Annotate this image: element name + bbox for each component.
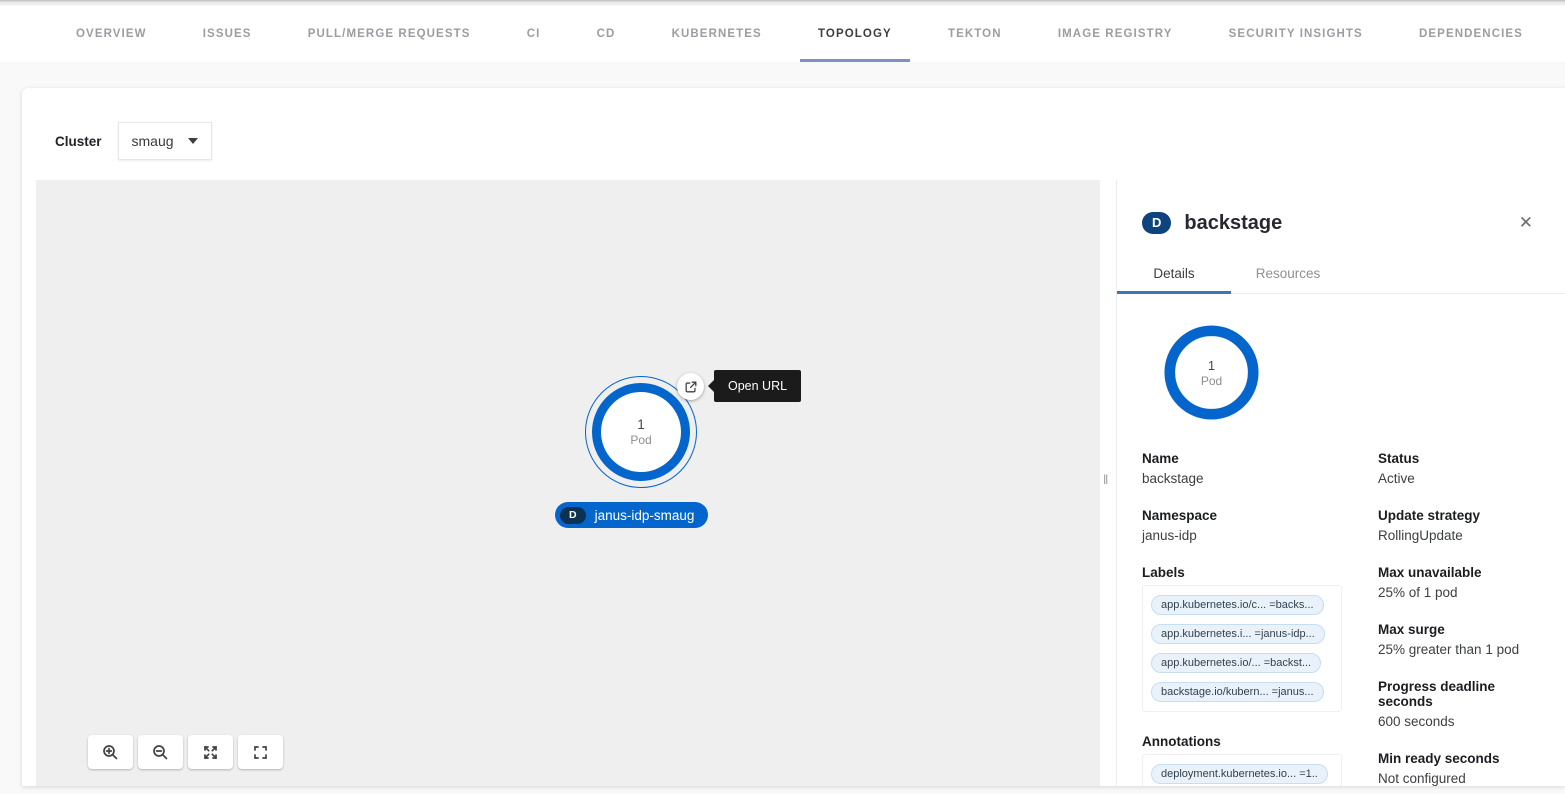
deployment-badge: D [560, 507, 586, 524]
field-value: Active [1378, 471, 1539, 486]
details-right-column: Status Active Update strategy RollingUpd… [1378, 451, 1539, 786]
detail-field: Max unavailable 25% of 1 pod [1378, 565, 1539, 600]
cluster-select-value: smaug [132, 133, 174, 149]
field-label: Name [1142, 451, 1354, 466]
detail-field: Min ready seconds Not configured [1378, 751, 1539, 786]
field-label: Min ready seconds [1378, 751, 1539, 766]
node-circle[interactable]: 1 Pod [592, 383, 690, 481]
annotations-section: Annotations deployment.kubernetes.io... … [1142, 734, 1354, 786]
label-chip[interactable]: app.kubernetes.i... =janus-idp... [1151, 624, 1325, 644]
entity-tab-bar: OVERVIEW ISSUES PULL/MERGE REQUESTS CI CD KUB… [0, 6, 1565, 62]
drag-handle-icon[interactable]: ‖ [1103, 472, 1107, 487]
nav-tab[interactable]: OVERVIEW [58, 6, 165, 62]
field-label: Namespace [1142, 508, 1354, 523]
open-url-decorator[interactable] [677, 373, 704, 400]
nav-tab[interactable]: SECURITY INSIGHTS [1211, 6, 1381, 62]
detail-field: Namespace janus-idp [1142, 508, 1354, 543]
detail-field: Name backstage [1142, 451, 1354, 486]
panel-title: backstage [1184, 212, 1499, 235]
field-label: Max unavailable [1378, 565, 1539, 580]
field-value: 25% greater than 1 pod [1378, 642, 1539, 657]
field-value: backstage [1142, 471, 1354, 486]
node-label-pill[interactable]: D janus-idp-smaug [555, 502, 708, 528]
donut-pod-count: 1 [1208, 358, 1215, 373]
node-pod-count: 1 [637, 417, 645, 432]
field-value: RollingUpdate [1378, 528, 1539, 543]
fit-to-screen-icon [202, 744, 219, 761]
nav-tab[interactable]: TOPOLOGY [800, 6, 910, 62]
page-background: Cluster smaug 1 Pod [0, 62, 1565, 794]
deployment-badge: D [1142, 212, 1171, 234]
caret-down-icon [188, 138, 198, 144]
canvas-controls [88, 735, 283, 769]
nav-tab[interactable]: KUBERNETES [654, 6, 780, 62]
pod-donut-text: 1 Pod [1163, 324, 1260, 421]
labels-section: Labels app.kubernetes.io/c... =backs...a… [1142, 565, 1354, 712]
zoom-in-icon [102, 744, 119, 761]
close-panel-button[interactable]: ✕ [1513, 211, 1539, 235]
annotations-chip-box: deployment.kubernetes.io... =1.. [1142, 754, 1342, 786]
label-chip[interactable]: backstage.io/kubern... =janus... [1151, 682, 1324, 702]
label-chip[interactable]: app.kubernetes.io/c... =backs... [1151, 595, 1324, 615]
labels-chip-box: app.kubernetes.io/c... =backs... app.kube… [1142, 585, 1342, 712]
nav-tab[interactable]: TEKTON [930, 6, 1020, 62]
external-link-icon [684, 380, 698, 394]
detail-field: Update strategy RollingUpdate [1378, 508, 1539, 543]
field-value: janus-idp [1142, 528, 1354, 543]
cluster-select[interactable]: smaug [118, 122, 212, 160]
panel-body: 1 Pod Name backstage Namespace j [1117, 294, 1565, 786]
zoom-out-button[interactable] [138, 735, 183, 769]
panel-resize-gutter[interactable]: ‖ [1100, 180, 1116, 786]
label-chip[interactable]: app.kubernetes.io/... =backst... [1151, 653, 1321, 673]
fit-to-screen-button[interactable] [188, 735, 233, 769]
field-label: Status [1378, 451, 1539, 466]
fullscreen-icon [252, 744, 269, 761]
details-fields-grid: Name backstage Namespace janus-idp Label… [1142, 451, 1539, 786]
panel-tab[interactable]: Resources [1231, 255, 1345, 293]
zoom-out-icon [152, 744, 169, 761]
open-url-tooltip: Open URL [714, 370, 801, 402]
nav-tab[interactable]: PULL/MERGE REQUESTS [290, 6, 489, 62]
nav-tab[interactable]: IMAGE REGISTRY [1040, 6, 1191, 62]
panel-tab[interactable]: Details [1117, 255, 1231, 293]
field-label: Progress deadline seconds [1378, 679, 1539, 709]
detail-field: Progress deadline seconds 600 seconds [1378, 679, 1539, 729]
nav-tab[interactable]: CI [509, 6, 559, 62]
zoom-in-button[interactable] [88, 735, 133, 769]
field-value: 25% of 1 pod [1378, 585, 1539, 600]
topology-canvas[interactable]: 1 Pod Open URL D janus-idp-sm [36, 180, 1100, 786]
donut-pod-kind: Pod [1201, 374, 1222, 388]
annotations-title: Annotations [1142, 734, 1354, 749]
topology-card: Cluster smaug 1 Pod [22, 88, 1565, 786]
detail-field: Max surge 25% greater than 1 pod [1378, 622, 1539, 657]
node-label-text: janus-idp-smaug [595, 508, 695, 523]
cluster-label: Cluster [55, 134, 102, 149]
topology-workspace: 1 Pod Open URL D janus-idp-sm [36, 180, 1565, 786]
panel-tabs: DetailsResources [1117, 255, 1565, 294]
node-pod-kind: Pod [630, 433, 651, 447]
detail-field: Status Active [1378, 451, 1539, 486]
tooltip-text: Open URL [728, 379, 787, 393]
details-left-column: Name backstage Namespace janus-idp Label… [1142, 451, 1354, 786]
field-value: Not configured [1378, 771, 1539, 786]
field-label: Update strategy [1378, 508, 1539, 523]
cluster-selector-row: Cluster smaug [55, 122, 212, 160]
labels-title: Labels [1142, 565, 1354, 580]
fullscreen-button[interactable] [238, 735, 283, 769]
annotation-chip[interactable]: deployment.kubernetes.io... =1.. [1151, 764, 1328, 784]
nav-tab[interactable]: ISSUES [185, 6, 270, 62]
pod-donut[interactable]: 1 Pod [1163, 324, 1260, 421]
nav-tab[interactable]: DEPENDENCIES [1401, 6, 1541, 62]
details-side-panel: D backstage ✕ DetailsResources 1 Pod [1116, 180, 1565, 786]
field-value: 600 seconds [1378, 714, 1539, 729]
field-label: Max surge [1378, 622, 1539, 637]
panel-header: D backstage ✕ [1117, 180, 1565, 255]
nav-tab[interactable]: CD [579, 6, 634, 62]
